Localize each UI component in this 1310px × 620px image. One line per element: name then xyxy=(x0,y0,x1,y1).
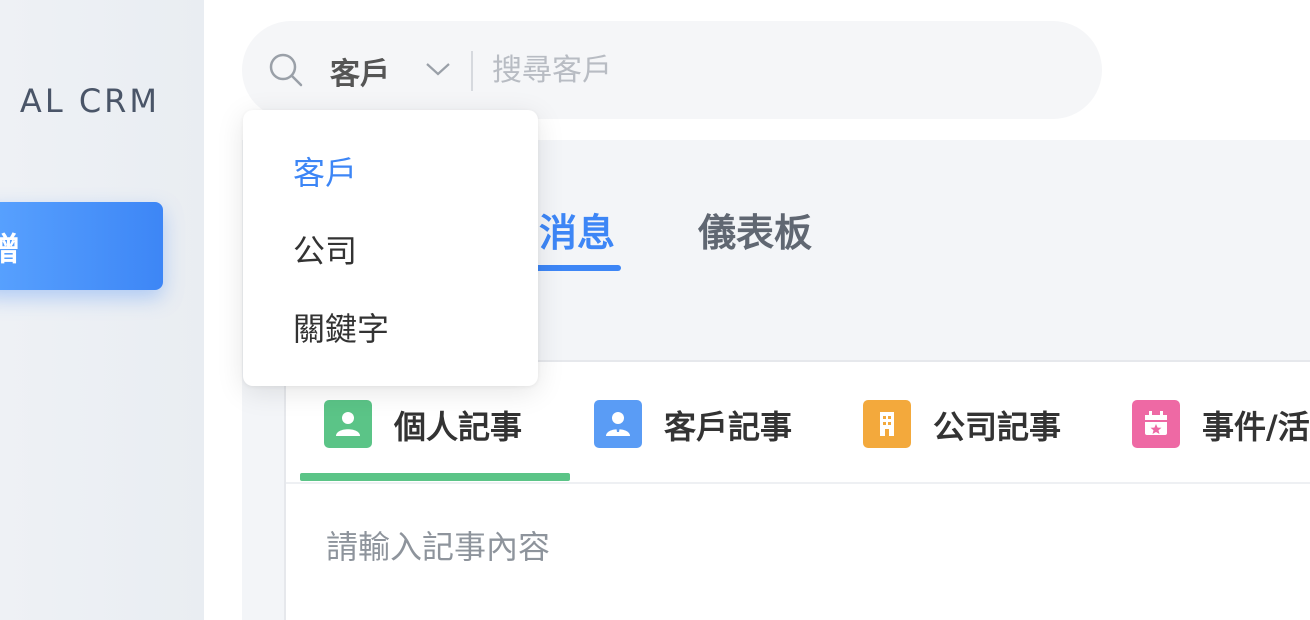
note-tab-label: 客戶記事 xyxy=(664,408,793,446)
person-icon xyxy=(324,400,372,448)
search-bar: 客戶 xyxy=(242,21,1102,119)
new-button[interactable]: 增 xyxy=(0,202,163,290)
note-content-input[interactable] xyxy=(326,522,1226,602)
brand-logo-text: AL CRM xyxy=(0,80,200,124)
calendar-icon xyxy=(1132,400,1180,448)
brand-name: AL CRM xyxy=(19,82,160,120)
note-tab-label: 事件/活 xyxy=(1202,408,1310,446)
dropdown-item-company[interactable]: 公司 xyxy=(293,226,357,272)
search-type-select[interactable]: 客戶 xyxy=(330,49,390,93)
sidebar: AL CRM 增 xyxy=(0,0,204,620)
tab-active-indicator xyxy=(535,265,621,271)
search-input[interactable] xyxy=(492,45,1072,95)
new-button-label: 增 xyxy=(0,230,21,268)
note-card: 個人記事 客戶記事 公司記事 事件/活 xyxy=(284,360,1310,620)
search-icon[interactable] xyxy=(266,50,306,90)
client-icon xyxy=(594,400,642,448)
dropdown-item-client[interactable]: 客戶 xyxy=(293,148,357,194)
building-icon xyxy=(863,400,911,448)
search-type-dropdown: 客戶 公司 關鍵字 xyxy=(243,110,538,386)
search-divider xyxy=(471,51,473,91)
note-tab-label: 個人記事 xyxy=(394,408,523,446)
note-tab-label: 公司記事 xyxy=(933,408,1062,446)
note-tab-active-indicator xyxy=(300,473,570,481)
tab-dashboard[interactable]: 儀表板 xyxy=(698,202,812,257)
chevron-down-icon[interactable] xyxy=(424,59,452,79)
dropdown-item-keyword[interactable]: 關鍵字 xyxy=(293,304,389,350)
tab-news[interactable]: 消息 xyxy=(539,202,615,257)
